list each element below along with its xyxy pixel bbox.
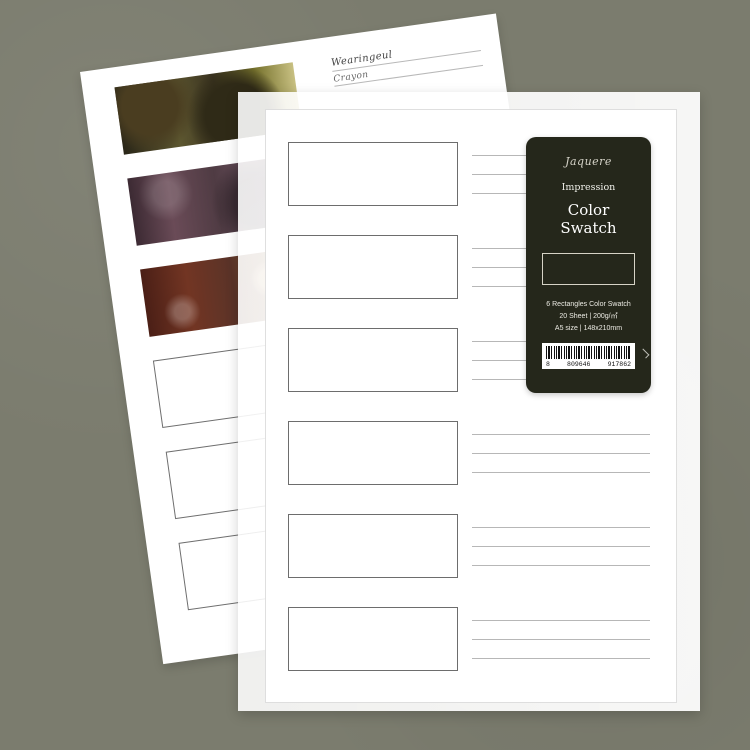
barcode-digit-group-2: 809646: [567, 361, 591, 368]
collection-name: Impression: [561, 182, 616, 193]
note-line: [472, 639, 650, 640]
note-line: [472, 658, 650, 659]
note-line: [472, 565, 650, 566]
spec-line-1: 6 Rectangles Color Swatch: [546, 301, 631, 308]
note-lines-4: [472, 434, 650, 491]
note-line: [472, 546, 650, 547]
note-line: [472, 472, 650, 473]
back-sheet-heading-lines: Wearingeul Crayon: [330, 36, 484, 87]
spec-line-3: A5 size | 148x210mm: [554, 325, 623, 332]
swatch-box-6: [288, 607, 458, 671]
swatch-box-2: [288, 235, 458, 299]
note-line: [472, 434, 650, 435]
swatch-box-3: [288, 328, 458, 392]
barcode: 8 809646 917862: [542, 343, 635, 369]
note-line: [472, 527, 650, 528]
swatch-box-1: [288, 142, 458, 206]
note-lines-5: [472, 527, 650, 584]
brand-name: Jaquere: [565, 155, 612, 168]
product-title-line-1: Color: [567, 201, 610, 219]
swatch-box-4: [288, 421, 458, 485]
barcode-digits: 8 809646 917862: [542, 361, 635, 368]
label-sample-box: [542, 253, 635, 285]
back-sheet-heading-text-1: Wearingeul: [330, 49, 394, 69]
product-title-line-2: Swatch: [560, 219, 617, 237]
spec-line-2: 20 Sheet | 200g/㎡: [559, 313, 618, 320]
barcode-digit-group-3: 917862: [607, 361, 631, 368]
note-line: [472, 453, 650, 454]
product-label: Jaquere Impression Color Swatch 6 Rectan…: [526, 137, 651, 393]
barcode-bars: [546, 346, 630, 359]
barcode-digit-group-1: 8: [546, 361, 550, 368]
note-lines-6: [472, 620, 650, 677]
swatch-box-5: [288, 514, 458, 578]
product-photo-scene: Wearingeul Crayon Jaquere Impression Col…: [0, 0, 750, 750]
back-sheet-heading-text-2: Crayon: [332, 69, 370, 85]
chevron-right-icon: [639, 348, 650, 359]
note-line: [472, 620, 650, 621]
